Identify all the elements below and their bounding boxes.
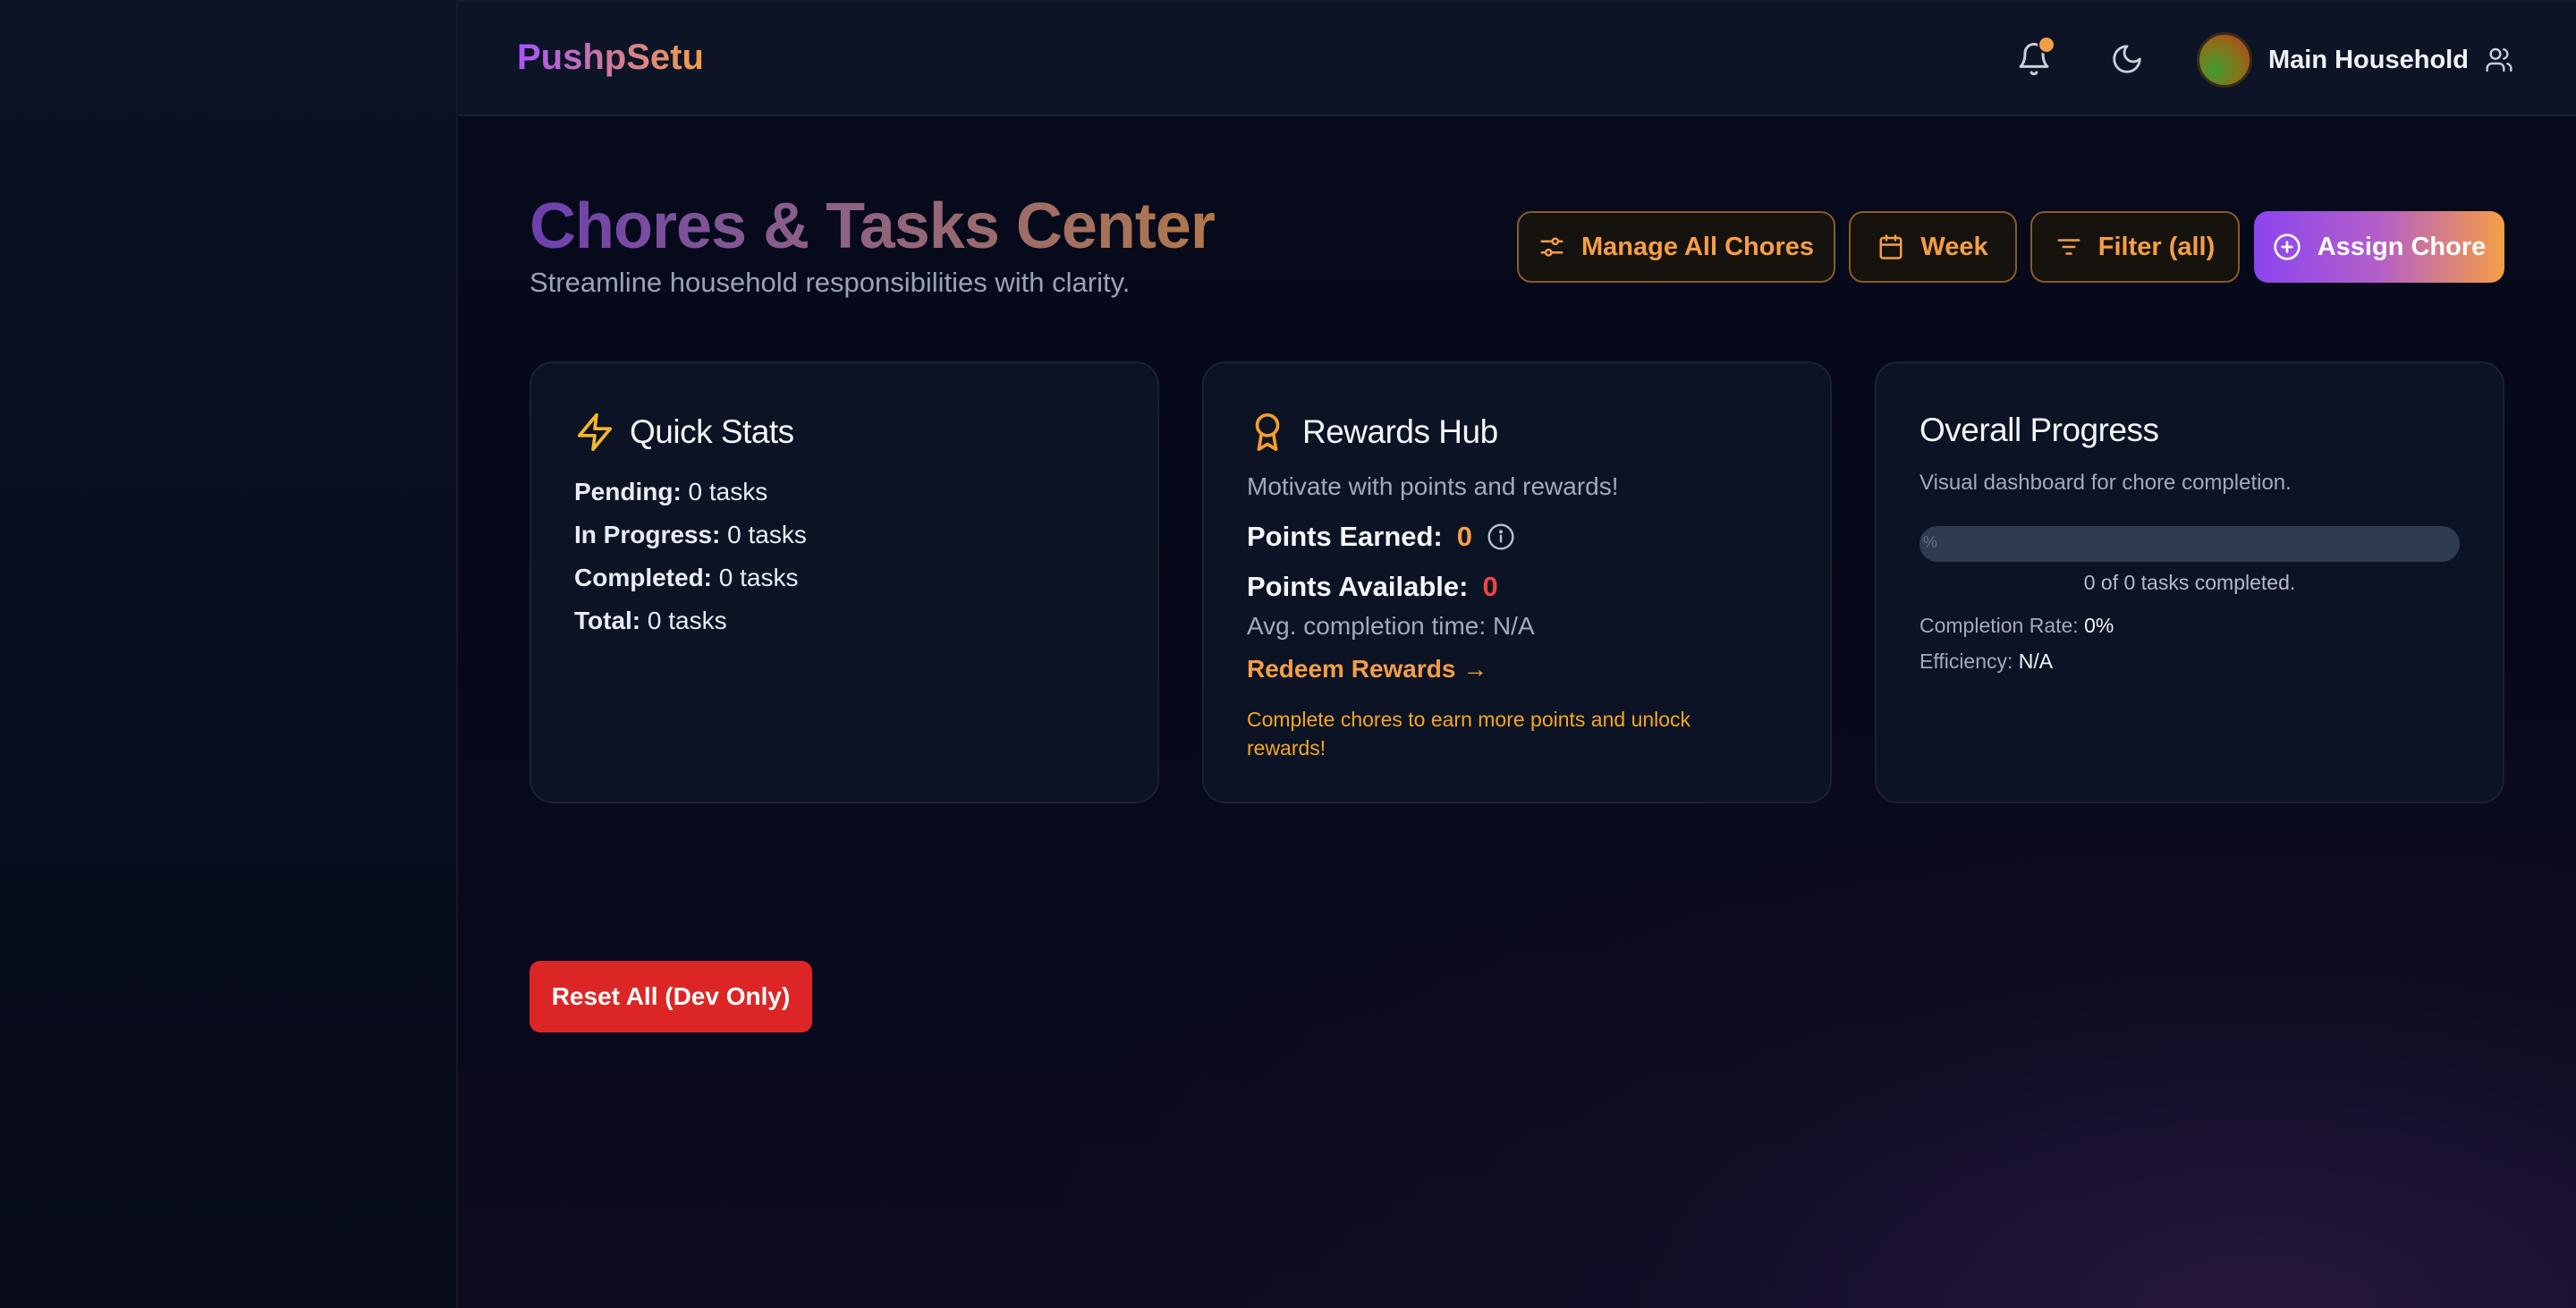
quick-stats-header: Quick Stats [574, 412, 794, 453]
top-bar: PushpSetu Main Household [458, 0, 2576, 116]
filter-button[interactable]: Filter (all) [2030, 211, 2240, 283]
overall-progress-card: Overall Progress Visual dashboard for ch… [1875, 361, 2504, 803]
quick-stats-card: Quick Stats Pending: 0 tasks In Progress… [530, 361, 1159, 803]
theme-toggle-button[interactable] [2104, 36, 2150, 82]
assign-chore-label: Assign Chore [2317, 232, 2487, 261]
sidebar [0, 0, 458, 1308]
points-available: Points Available: 0 [1247, 571, 1498, 602]
users-icon [2486, 47, 2512, 72]
stat-total: Total: 0 tasks [574, 607, 727, 634]
moon-icon [2113, 45, 2141, 73]
notifications-button[interactable] [2011, 36, 2057, 82]
household-name: Main Household [2268, 45, 2469, 74]
points-available-value: 0 [1482, 571, 1498, 602]
week-label: Week [1920, 232, 1988, 261]
week-button[interactable]: Week [1849, 211, 2017, 283]
completion-rate: Completion Rate: 0% [1919, 614, 2114, 637]
manage-all-chores-label: Manage All Chores [1581, 232, 1814, 261]
overall-progress-title: Overall Progress [1919, 412, 2159, 448]
progress-bar-label: % [1923, 533, 1938, 551]
manage-all-chores-button[interactable]: Manage All Chores [1517, 211, 1835, 283]
stat-pending: Pending: 0 tasks [574, 478, 768, 505]
redeem-rewards-link[interactable]: Redeem Rewards → [1247, 655, 1487, 684]
efficiency: Efficiency: N/A [1919, 650, 2054, 673]
bolt-icon [577, 413, 613, 451]
rewards-note: Complete chores to earn more points and … [1247, 708, 1691, 760]
stat-completed: Completed: 0 tasks [574, 564, 799, 591]
page-title: Chores & Tasks Center [530, 191, 1216, 262]
award-icon [1255, 413, 1280, 451]
progress-subtitle: Visual dashboard for chore completion. [1919, 471, 2292, 495]
page-subtitle: Streamline household responsibilities wi… [530, 267, 1131, 298]
reset-all-button[interactable]: Reset All (Dev Only) [530, 961, 812, 1032]
household-switcher[interactable]: Main Household [2197, 32, 2513, 88]
quick-stats-title: Quick Stats [630, 413, 794, 450]
main-area: PushpSetu Main Household Chores & Tasks … [458, 0, 2576, 1308]
notification-badge [2038, 36, 2055, 54]
assign-chore-button[interactable]: Assign Chore [2254, 211, 2504, 283]
plus-circle-icon [2274, 234, 2301, 260]
avg-completion-time: Avg. completion time: N/A [1247, 612, 1535, 640]
rewards-hub-title: Rewards Hub [1302, 413, 1498, 450]
sliders-icon [1540, 237, 1563, 257]
rewards-hub-header: Rewards Hub [1247, 412, 1498, 453]
calendar-icon [1879, 234, 1902, 259]
brand-logo[interactable]: PushpSetu [517, 38, 704, 78]
stat-in-progress: In Progress: 0 tasks [574, 521, 807, 548]
filter-label: Filter (all) [2097, 232, 2216, 261]
rewards-subtitle: Motivate with points and rewards! [1247, 472, 1619, 500]
progress-bar: % [1919, 526, 2460, 562]
progress-count: 0 of 0 tasks completed. [2083, 571, 2296, 594]
info-icon[interactable] [1487, 522, 1515, 551]
filter-icon [2057, 239, 2080, 255]
rewards-hub-card: Rewards Hub Motivate with points and rew… [1202, 361, 1832, 803]
points-earned-value: 0 [1456, 521, 1473, 552]
points-earned: Points Earned: 0 [1247, 521, 1515, 553]
avatar [2197, 32, 2252, 88]
overall-progress-header: Overall Progress [1919, 412, 2159, 449]
